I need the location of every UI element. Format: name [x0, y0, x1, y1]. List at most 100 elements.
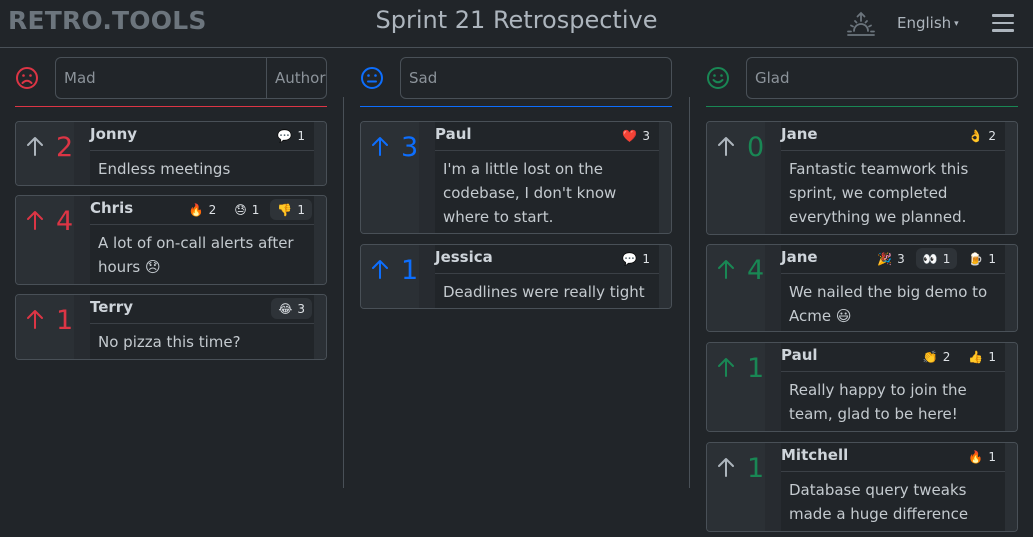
card-text[interactable]: I'm a little lost on the codebase, I don… — [443, 157, 651, 229]
card-header-divider — [435, 273, 659, 274]
reaction-clap[interactable]: 👏 2 — [916, 346, 958, 367]
reaction-ok-hand[interactable]: 👌 2 — [961, 125, 1003, 146]
glad-item-input[interactable] — [747, 58, 1017, 98]
upvote-button[interactable]: 1 — [361, 245, 435, 305]
card-author: Terry — [90, 298, 133, 316]
neutral-face-icon — [361, 67, 383, 89]
reaction-count: 2 — [988, 128, 996, 143]
column-accent-rule — [15, 106, 327, 107]
reaction-count: 3 — [642, 128, 650, 143]
card-header-divider — [90, 323, 314, 324]
reaction-list: 💬 1 — [270, 125, 312, 146]
upvote-button[interactable]: 3 — [361, 122, 435, 182]
reaction-speech-bubble[interactable]: 💬 1 — [270, 125, 312, 146]
upvote-button[interactable]: 4 — [707, 245, 781, 305]
card-text[interactable]: A lot of on-call alerts after hours 😞 — [98, 231, 306, 279]
card-body: Mitchell 🔥 1 Database query tweaks made a h… — [781, 443, 1005, 531]
reaction-beer[interactable]: 🍺 1 — [961, 248, 1003, 269]
reaction-tears-of-joy[interactable]: 😂 3 — [271, 298, 312, 319]
card-edge — [314, 122, 326, 185]
reaction-fire[interactable]: 🔥 2 — [182, 199, 224, 220]
top-navbar: RETRO.TOOLS Sprint 21 Retrospective Engl… — [0, 0, 1033, 48]
column-divider — [343, 97, 344, 488]
card-body: Paul ❤️ 3 I'm a little lost on the codebase… — [435, 122, 659, 233]
card-author: Chris — [90, 199, 134, 217]
card-text[interactable]: Deadlines were really tight — [443, 280, 651, 304]
reaction-thumbs-down[interactable]: 👎 1 — [270, 199, 312, 220]
arrow-up-icon — [27, 211, 43, 230]
reaction-count: 3 — [897, 251, 905, 266]
vote-count: 2 — [56, 132, 74, 163]
reaction-thumbs-up[interactable]: 👍 1 — [961, 346, 1003, 367]
reaction-count: 3 — [297, 301, 305, 316]
new-item-form — [400, 57, 672, 99]
column-header — [15, 57, 327, 99]
upvote-button[interactable]: 0 — [707, 122, 781, 182]
card-text[interactable]: Fantastic teamwork this sprint, we compl… — [789, 157, 997, 229]
caret-down-icon: ▾ — [954, 19, 959, 29]
reaction-fire[interactable]: 🔥 1 — [961, 446, 1003, 467]
arrow-up-icon — [718, 358, 734, 377]
arrow-up-icon — [372, 260, 388, 279]
reaction-list: 🔥 2 😓 1 👎 1 — [182, 199, 312, 220]
card-text[interactable]: Database query tweaks made a huge differ… — [789, 478, 997, 526]
card-edge — [659, 245, 671, 308]
card-text[interactable]: Really happy to join the team, glad to b… — [789, 378, 997, 426]
card-body: Jessica 💬 1 Deadlines were really tight — [435, 245, 659, 308]
card-author: Paul — [435, 125, 472, 143]
card-text[interactable]: Endless meetings — [98, 157, 306, 181]
menu-button[interactable] — [992, 14, 1014, 34]
reaction-party-popper[interactable]: 🎉 3 — [870, 248, 912, 269]
reaction-count: 1 — [251, 202, 260, 217]
upvote-button[interactable]: 4 — [16, 196, 90, 256]
fire-emoji-icon: 🔥 — [188, 202, 204, 217]
reaction-count: 1 — [988, 349, 996, 364]
author-input[interactable] — [266, 58, 326, 98]
reveal-button[interactable] — [847, 11, 875, 37]
language-dropdown[interactable]: English ▾ — [897, 14, 959, 32]
reaction-list: 💬 1 — [615, 248, 657, 269]
card-header-divider — [90, 224, 314, 225]
card-edge — [1005, 122, 1017, 234]
card-edge — [314, 196, 326, 284]
speech-bubble-emoji-icon: 💬 — [622, 251, 638, 266]
card-edge — [659, 122, 671, 233]
vote-count: 0 — [747, 132, 765, 163]
hamburger-menu-icon — [992, 14, 1014, 32]
card-header-divider — [781, 273, 1005, 274]
card-author: Jane — [781, 248, 818, 266]
reaction-eyes[interactable]: 👀 1 — [915, 248, 958, 269]
reaction-count: 1 — [988, 251, 996, 266]
card-text[interactable]: No pizza this time? — [98, 330, 306, 354]
reaction-count: 2 — [942, 349, 951, 364]
thumbs-down-emoji-icon: 👎 — [277, 202, 293, 217]
upvote-button[interactable]: 1 — [707, 343, 781, 403]
reaction-count: 1 — [297, 128, 305, 143]
column-header — [360, 57, 672, 99]
upvote-button[interactable]: 1 — [707, 443, 781, 503]
upvote-button[interactable]: 1 — [16, 295, 90, 355]
mad-item-input[interactable] — [56, 58, 266, 98]
reaction-count: 1 — [297, 202, 305, 217]
reaction-speech-bubble[interactable]: 💬 1 — [615, 248, 657, 269]
card-edge — [314, 295, 326, 359]
reaction-heart[interactable]: ❤️ 3 — [615, 125, 657, 146]
arrow-up-icon — [372, 137, 388, 156]
upvote-button[interactable]: 2 — [16, 122, 90, 182]
retro-card: 4 Jane 🎉 3 👀 1 🍺 1 We nailed the big demo to Acm… — [706, 244, 1018, 332]
retro-card: 2 Jonny 💬 1 Endless meetings — [15, 121, 327, 186]
tears-of-joy-emoji-icon: 😂 — [278, 301, 293, 316]
beer-emoji-icon: 🍺 — [968, 251, 984, 266]
card-text[interactable]: We nailed the big demo to Acme 😃 — [789, 280, 997, 328]
speech-bubble-emoji-icon: 💬 — [277, 128, 293, 143]
vote-count: 1 — [747, 453, 765, 484]
fire-emoji-icon: 🔥 — [968, 449, 984, 464]
arrow-up-icon — [718, 458, 734, 477]
party-popper-emoji-icon: 🎉 — [877, 251, 893, 266]
language-label: English — [897, 14, 952, 32]
sad-item-input[interactable] — [401, 58, 671, 98]
card-body: Terry 😂 3 No pizza this time? — [90, 295, 314, 359]
vote-count: 4 — [747, 255, 765, 286]
arrow-up-icon — [27, 310, 43, 329]
reaction-sweat[interactable]: 😓 1 — [227, 199, 266, 220]
